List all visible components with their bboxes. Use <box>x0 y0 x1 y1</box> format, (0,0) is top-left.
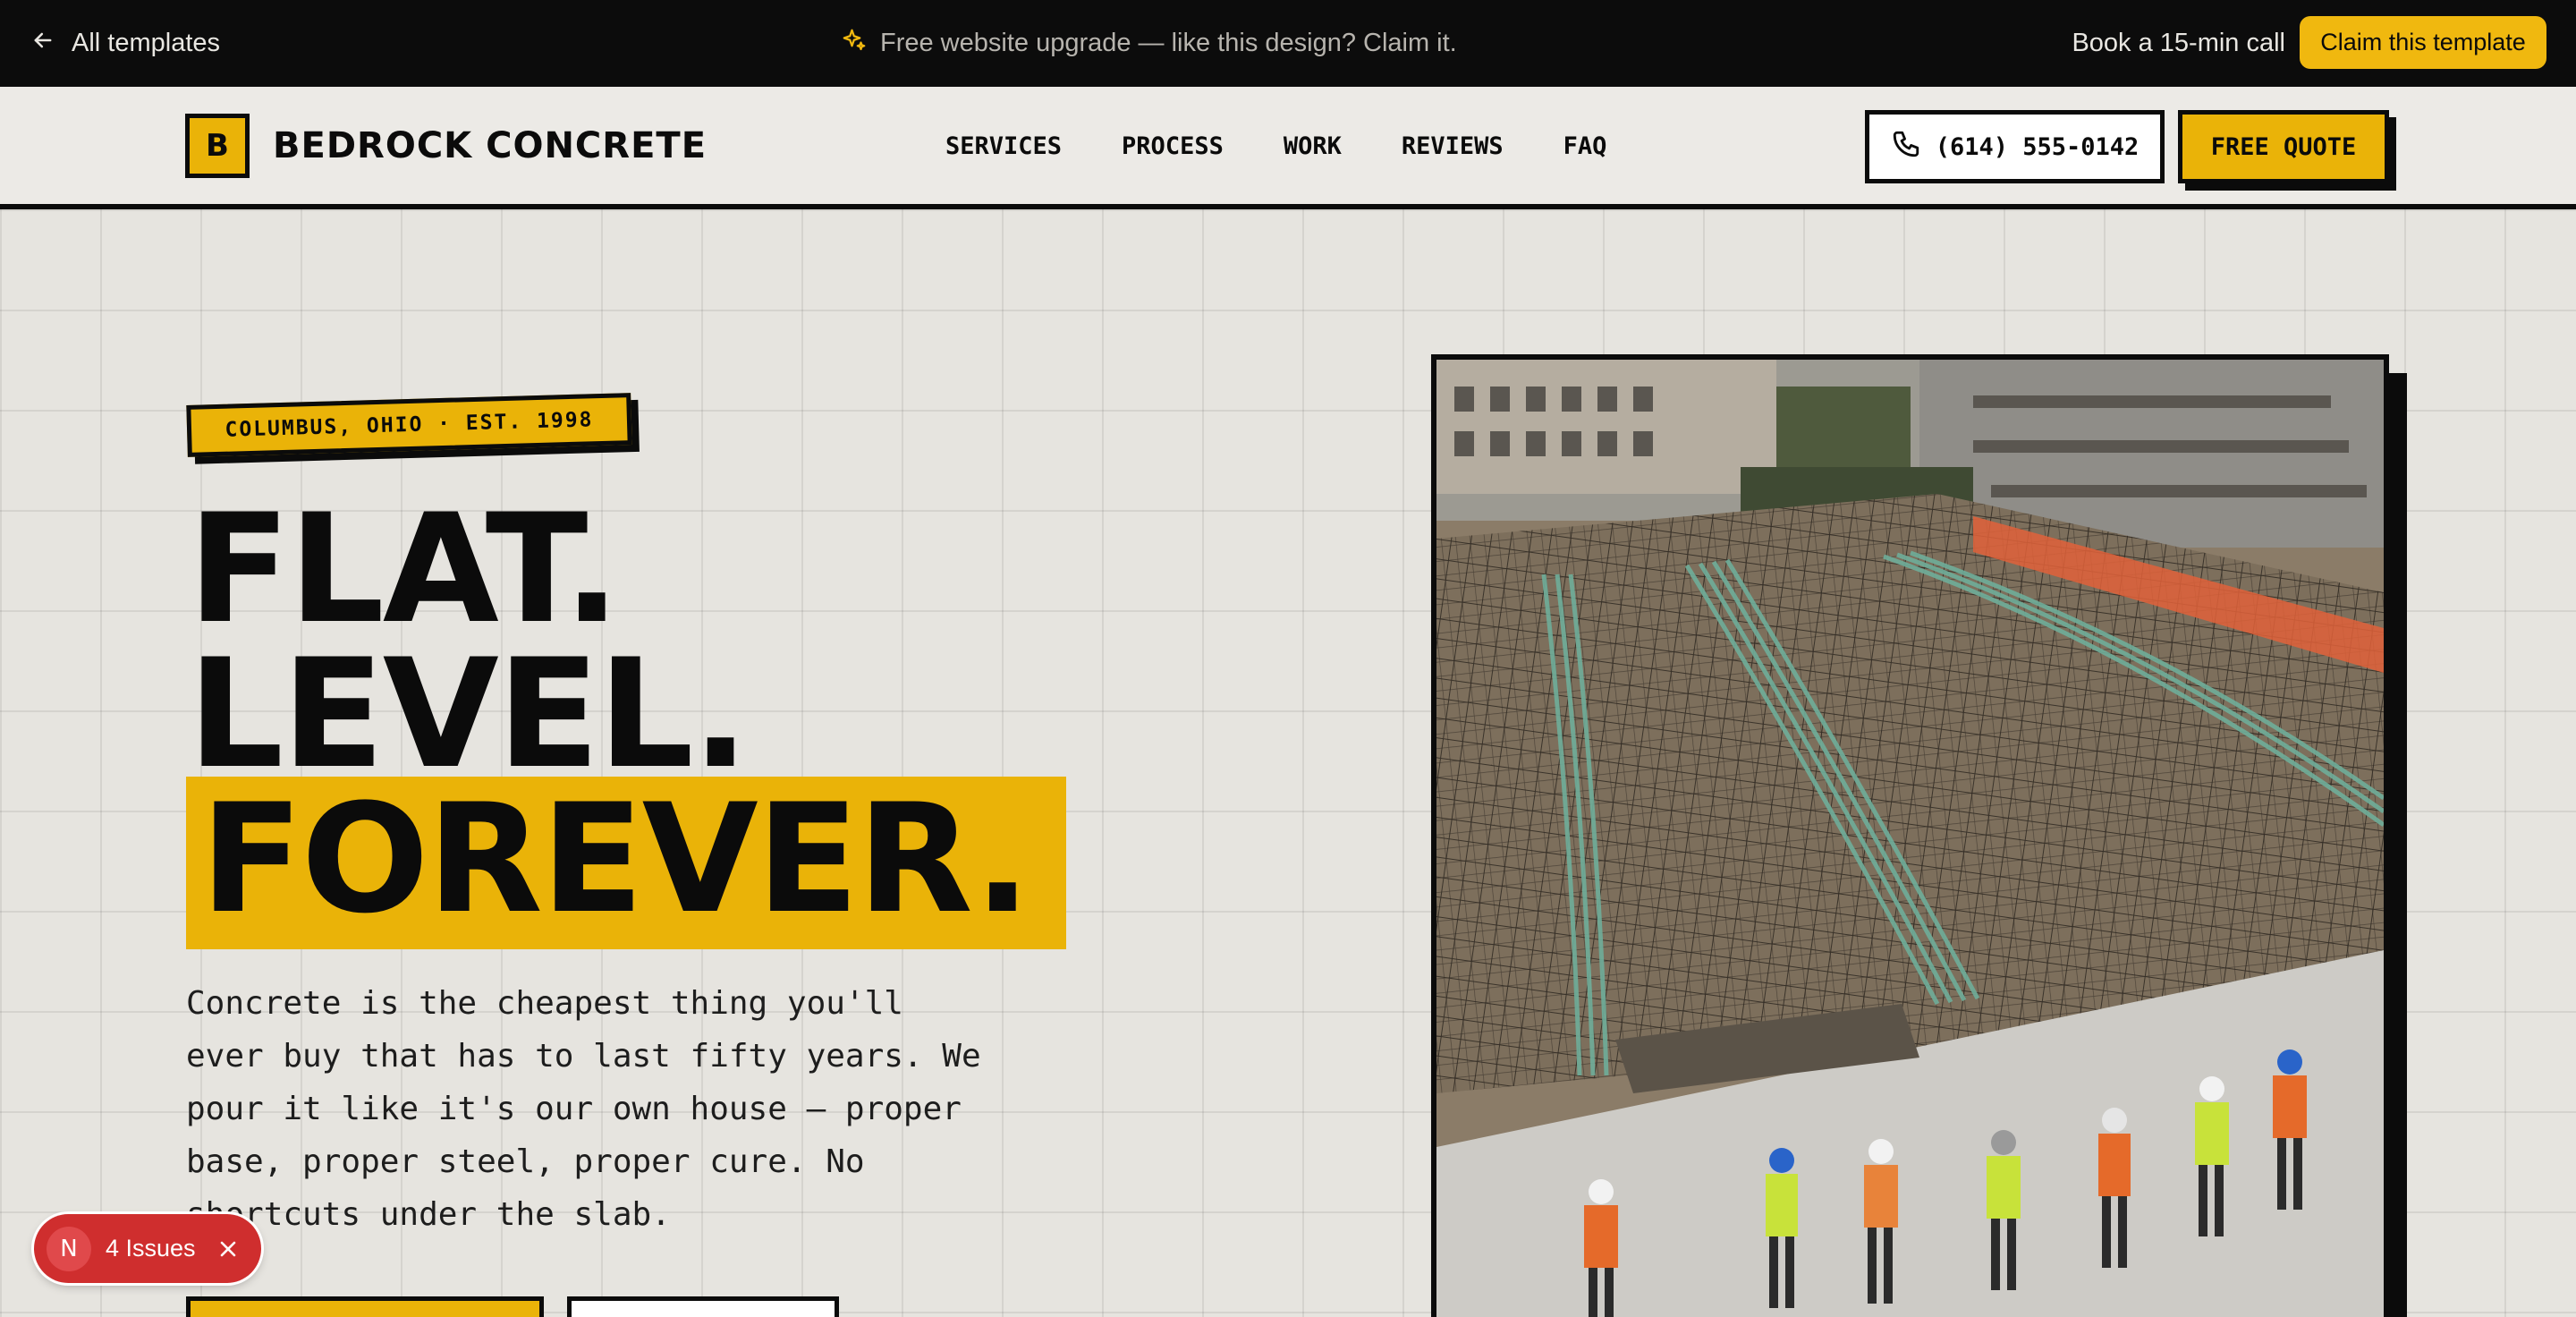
phone-number: (614) 555-0142 <box>1935 132 2140 161</box>
nav-item-services[interactable]: SERVICES <box>945 132 1062 160</box>
all-templates-label: All templates <box>72 29 221 57</box>
arrow-left-icon <box>30 28 55 60</box>
headline-line-1: FLAT. <box>188 481 621 657</box>
construction-site-illustration <box>1436 360 2384 1317</box>
nav-item-work[interactable]: WORK <box>1284 132 1342 160</box>
promo-bar: All templates Free website upgrade — lik… <box>0 0 2576 87</box>
promo-text: Free website upgrade — like this design?… <box>880 29 1457 57</box>
phone-icon <box>1891 129 1921 166</box>
close-icon[interactable] <box>217 1238 239 1260</box>
hero-description: Concrete is the cheapest thing you'll ev… <box>186 985 981 1233</box>
location-tag: COLUMBUS, OHIO · EST. 1998 <box>186 393 632 457</box>
main-nav: SERVICES PROCESS WORK REVIEWS FAQ <box>945 114 1606 178</box>
promo-message: Free website upgrade — like this design?… <box>841 0 1457 87</box>
next-logo-icon: N <box>47 1226 91 1271</box>
construction-site-photo <box>1431 354 2389 1317</box>
brand-name[interactable]: BEDROCK CONCRETE <box>273 114 707 178</box>
nav-item-faq[interactable]: FAQ <box>1563 132 1607 160</box>
issues-count: 4 Issues <box>106 1235 196 1262</box>
nav-item-process[interactable]: PROCESS <box>1122 132 1224 160</box>
hero-section: COLUMBUS, OHIO · EST. 1998 FLAT. LEVEL. … <box>0 209 2576 1317</box>
primary-cta-button[interactable] <box>186 1296 544 1317</box>
logo-mark[interactable]: B <box>185 114 250 178</box>
headline-line-2: LEVEL. <box>188 626 749 802</box>
all-templates-link[interactable]: All templates <box>30 0 220 87</box>
site-header: B BEDROCK CONCRETE SERVICES PROCESS WORK… <box>0 87 2576 209</box>
headline-highlight: FOREVER. <box>186 777 1066 949</box>
sparkle-icon <box>841 27 868 61</box>
secondary-cta-button[interactable] <box>567 1296 839 1317</box>
issues-indicator[interactable]: N 4 Issues <box>34 1214 261 1283</box>
claim-template-button[interactable]: Claim this template <box>2300 16 2546 69</box>
phone-button[interactable]: (614) 555-0142 <box>1865 110 2165 183</box>
book-call-link[interactable]: Book a 15-min call <box>2072 0 2285 87</box>
headline-line-3: FOREVER. <box>200 771 1031 947</box>
nav-item-reviews[interactable]: REVIEWS <box>1402 132 1504 160</box>
free-quote-button[interactable]: FREE QUOTE <box>2178 110 2389 183</box>
